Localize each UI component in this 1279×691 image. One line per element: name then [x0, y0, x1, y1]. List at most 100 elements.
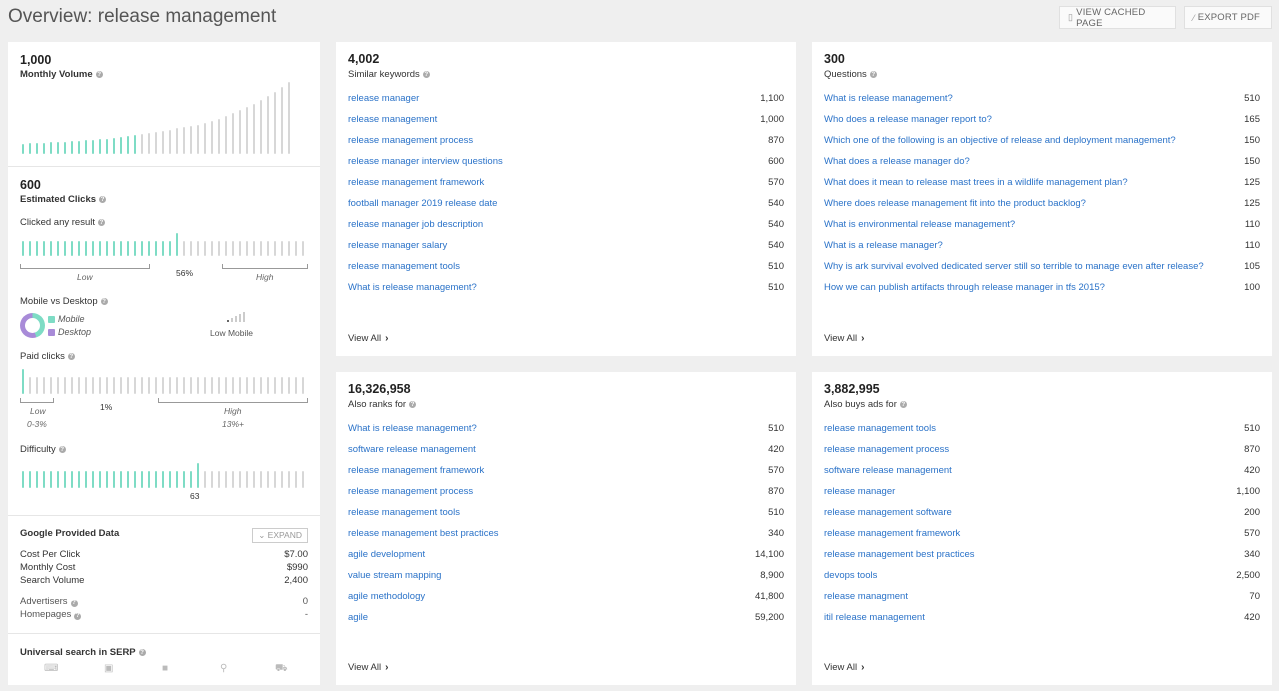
meter-bar [197, 125, 199, 154]
paid-low-bracket [20, 398, 54, 403]
keyword-row: What is release management? 510 [348, 277, 784, 298]
keyword-link[interactable]: release management tools [348, 261, 460, 272]
help-icon[interactable]: ? [95, 71, 103, 78]
help-icon[interactable]: ? [67, 353, 75, 360]
meter-bar [50, 241, 52, 256]
keyword-link[interactable]: agile methodology [348, 591, 425, 602]
mobile-swatch [48, 315, 55, 323]
meter-bar [190, 126, 192, 154]
meter-bar [134, 377, 136, 394]
export-pdf-button[interactable]: ⁄ EXPORT PDF [1184, 6, 1272, 29]
help-icon[interactable]: ? [100, 298, 108, 305]
meter-bar [246, 107, 248, 154]
keyword-row: value stream mapping 8,900 [348, 565, 784, 586]
keyword-link[interactable]: release management process [348, 486, 473, 497]
help-icon[interactable]: ? [70, 599, 78, 607]
meter-bar [127, 471, 129, 488]
view-all-link[interactable]: View All › [348, 662, 388, 673]
keyword-link[interactable]: What is a release manager? [824, 240, 943, 251]
keyword-link[interactable]: Where does release management fit into t… [824, 198, 1086, 209]
keyword-link[interactable]: release management framework [348, 177, 484, 188]
serp-label-text: Universal search in SERP [20, 647, 136, 658]
meter-bar [71, 377, 73, 394]
help-icon[interactable]: ? [58, 446, 66, 453]
view-all-link[interactable]: View All › [824, 662, 864, 673]
keyword-link[interactable]: release management process [824, 444, 949, 455]
keyword-link[interactable]: release managment [824, 591, 908, 602]
keyword-link[interactable]: release management best practices [348, 528, 499, 539]
keyword-link[interactable]: What does it mean to release mast trees … [824, 177, 1128, 188]
keyword-link[interactable]: Why is ark survival evolved dedicated se… [824, 261, 1204, 272]
keyword-row: release managment 70 [824, 586, 1260, 607]
keyword-link[interactable]: Which one of the following is an objecti… [824, 135, 1176, 146]
meter-bar [169, 130, 171, 154]
help-icon[interactable]: ? [422, 71, 430, 78]
keyword-link[interactable]: What does a release manager do? [824, 156, 970, 167]
google-data-title: Google Provided Data [20, 528, 120, 539]
keyword-volume: 510 [768, 507, 784, 518]
meter-bar [281, 471, 283, 488]
meter-bar [57, 142, 59, 154]
keyword-link[interactable]: What is release management? [348, 423, 477, 434]
keyword-link[interactable]: devops tools [824, 570, 877, 581]
keyword-link[interactable]: release manager interview questions [348, 156, 503, 167]
meter-bar [29, 471, 31, 488]
help-icon[interactable]: ? [99, 196, 107, 203]
keyword-link[interactable]: What is release management? [348, 282, 477, 293]
keyword-link[interactable]: What is release management? [824, 93, 953, 104]
meter-bar [225, 116, 227, 154]
keyword-link[interactable]: How we can publish artifacts through rel… [824, 282, 1105, 293]
keyword-row: release manager job description 540 [348, 214, 784, 235]
help-icon[interactable]: ? [899, 401, 907, 408]
help-icon[interactable]: ? [138, 649, 146, 656]
keyword-link[interactable]: release management tools [348, 507, 460, 518]
meter-bar [281, 377, 283, 394]
view-all-link[interactable]: View All › [824, 333, 864, 344]
keyword-link[interactable]: software release management [824, 465, 952, 476]
meter-bar [134, 471, 136, 488]
keyword-link[interactable]: release manager [348, 93, 419, 104]
keyword-volume: 59,200 [754, 612, 784, 623]
meter-bar [197, 377, 199, 394]
keyword-link[interactable]: release manager salary [348, 240, 447, 251]
row-label: Homepages [20, 609, 72, 620]
keyword-link[interactable]: release manager job description [348, 219, 483, 230]
keyword-link[interactable]: What is environmental release management… [824, 219, 1015, 230]
keyword-link[interactable]: software release management [348, 444, 476, 455]
keyword-link[interactable]: release management tools [824, 423, 936, 434]
view-cached-page-button[interactable]: ▯ VIEW CACHED PAGE [1059, 6, 1176, 29]
keyword-link[interactable]: agile [348, 612, 368, 623]
meter-bar [113, 471, 115, 488]
questions-count: 300 [824, 52, 845, 66]
keyword-link[interactable]: release management framework [824, 528, 960, 539]
keyword-row: release management framework 570 [348, 172, 784, 193]
keyword-row: What does it mean to release mast trees … [824, 172, 1260, 193]
keyword-link[interactable]: release management software [824, 507, 952, 518]
keyword-link[interactable]: Who does a release manager report to? [824, 114, 992, 125]
help-icon[interactable]: ? [74, 612, 82, 620]
keyword-link[interactable]: release management best practices [824, 549, 975, 560]
keyword-link[interactable]: release management framework [348, 465, 484, 476]
help-icon[interactable]: ? [869, 71, 877, 78]
keyword-volume: 200 [1244, 507, 1260, 518]
row-value: $990 [286, 562, 308, 573]
meter-bar [239, 110, 241, 154]
chevron-down-icon: ⌄ [258, 530, 268, 540]
keyword-link[interactable]: release manager [824, 486, 895, 497]
meter-bar [50, 142, 52, 154]
difficulty-label-text: Difficulty [20, 444, 56, 455]
keyword-link[interactable]: football manager 2019 release date [348, 198, 497, 209]
keyword-link[interactable]: release management [348, 114, 437, 125]
view-all-link[interactable]: View All › [348, 333, 388, 344]
cart-icon: ⛟ [275, 663, 288, 674]
keyword-volume: 570 [1244, 528, 1260, 539]
keyword-link[interactable]: value stream mapping [348, 570, 441, 581]
meter-bar [267, 471, 269, 488]
expand-button[interactable]: ⌄ EXPAND [252, 528, 308, 543]
keyword-link[interactable]: itil release management [824, 612, 925, 623]
serp-label: Universal search in SERP? [20, 647, 146, 658]
help-icon[interactable]: ? [97, 219, 105, 226]
keyword-link[interactable]: release management process [348, 135, 473, 146]
help-icon[interactable]: ? [409, 401, 417, 408]
keyword-link[interactable]: agile development [348, 549, 425, 560]
